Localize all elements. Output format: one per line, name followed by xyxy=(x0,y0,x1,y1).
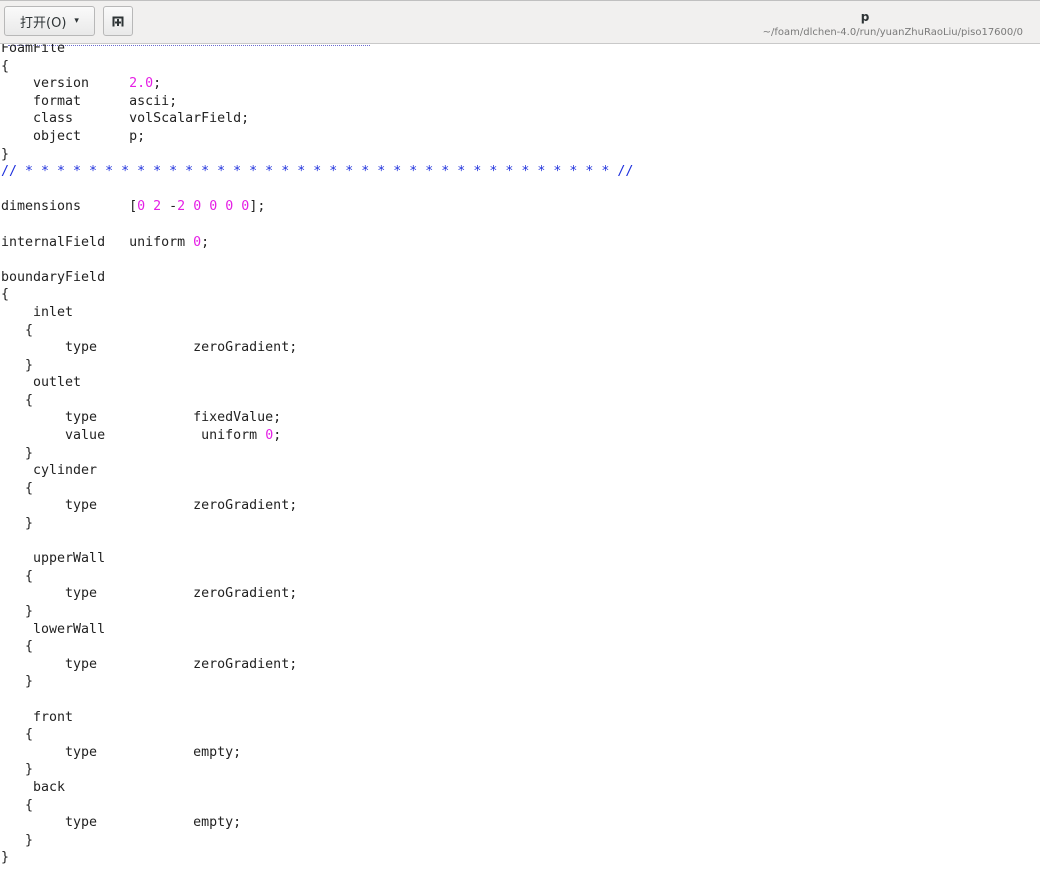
code-line: { xyxy=(1,727,34,743)
code-line: type zeroGradient; xyxy=(1,656,298,672)
code-line: { xyxy=(1,797,34,813)
code-line: type zeroGradient; xyxy=(1,340,298,356)
code-line: } xyxy=(1,674,34,690)
number-literal: 0 xyxy=(209,199,218,215)
number-literal: 2 xyxy=(153,199,162,215)
code-line: type zeroGradient; xyxy=(1,586,298,602)
code-line: // * * * * * * * * * * * * * * * * * * *… xyxy=(1,164,633,179)
top-border xyxy=(0,0,1040,1)
code-line: } xyxy=(1,762,34,778)
number-literal: 0 xyxy=(265,428,274,444)
number-literal: 0 xyxy=(193,234,202,250)
header-bar: 打开(O) ▾ p ~/foam/dlchen-4.0/run/yuanZhuR… xyxy=(0,0,1040,44)
number-literal: 2 xyxy=(177,199,186,215)
code-line: FoamFile xyxy=(1,44,66,56)
code-line: } xyxy=(1,146,10,162)
number-literal: 0 xyxy=(225,199,234,215)
code-line: internalField uniform 0; xyxy=(1,234,210,250)
document-title: p xyxy=(860,10,870,24)
code-line: back xyxy=(1,779,66,795)
number-literal: 0 xyxy=(137,199,146,215)
code-line: type empty; xyxy=(1,815,242,831)
code-line: { xyxy=(1,287,10,303)
comment-text: // * * * * * * * * * * * * * * * * * * *… xyxy=(1,164,634,180)
code-line: object p; xyxy=(1,128,146,144)
code-line: type empty; xyxy=(1,744,242,760)
code-line: format ascii; xyxy=(1,93,178,109)
code-line: inlet xyxy=(1,304,74,320)
code-line: { xyxy=(1,58,10,74)
code-line: upperWall xyxy=(1,551,106,567)
code-line: { xyxy=(1,322,34,338)
code-line: cylinder xyxy=(1,463,98,479)
number-literal: 2.0 xyxy=(129,76,154,92)
text-editor[interactable]: FoamFile { version 2.0; format ascii; cl… xyxy=(0,44,1040,890)
code-line: outlet xyxy=(1,375,82,391)
code-line: dimensions [0 2 -2 0 0 0 0]; xyxy=(1,199,266,215)
code-line: } xyxy=(1,516,34,532)
code-line: } xyxy=(1,445,34,461)
code-line: type zeroGradient; xyxy=(1,498,298,514)
code-line: lowerWall xyxy=(1,621,106,637)
code-line: } xyxy=(1,832,34,848)
code-line: } xyxy=(1,357,34,373)
code-line: { xyxy=(1,639,34,655)
document-path: ~/foam/dlchen-4.0/run/yuanZhuRaoLiu/piso… xyxy=(762,27,1023,38)
number-literal: 0 xyxy=(193,199,202,215)
code-line: { xyxy=(1,568,34,584)
code-line: { xyxy=(1,392,34,408)
code-line: boundaryField xyxy=(1,269,106,285)
code-line: } xyxy=(1,604,34,619)
code-line: class volScalarField; xyxy=(1,111,250,127)
code-line: front xyxy=(1,709,74,725)
code-line: version 2.0; xyxy=(1,76,162,92)
code-line: value uniform 0; xyxy=(1,428,282,444)
code-line: } xyxy=(1,850,10,866)
code-line: type fixedValue; xyxy=(1,410,282,426)
number-literal: 0 xyxy=(241,199,250,215)
code-content: FoamFile { version 2.0; format ascii; cl… xyxy=(1,44,633,867)
code-line: { xyxy=(1,480,34,496)
